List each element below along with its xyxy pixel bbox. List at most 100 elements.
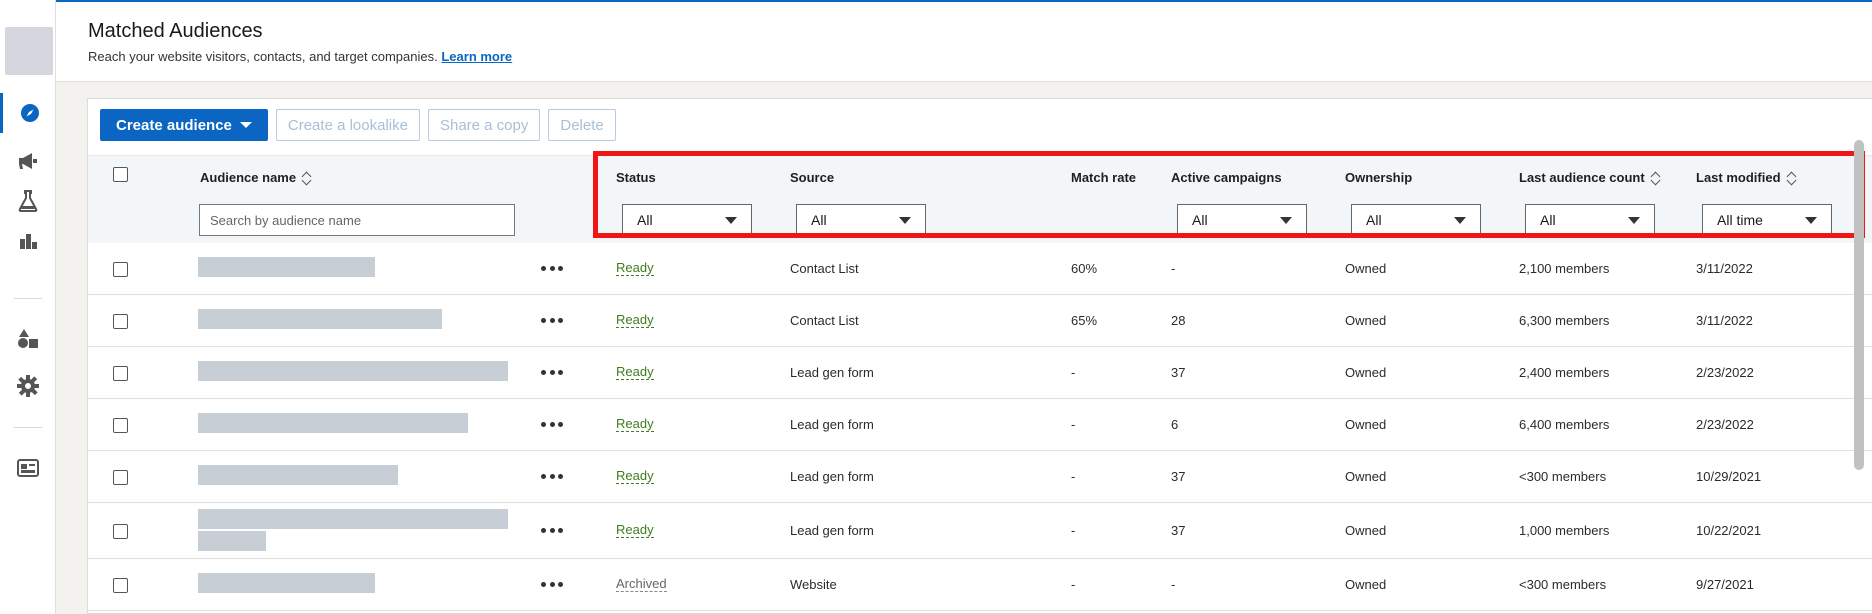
row-checkbox[interactable] [113, 418, 128, 433]
shapes-icon[interactable] [0, 318, 56, 358]
status-link[interactable]: Ready [616, 523, 654, 538]
more-actions-icon[interactable] [541, 266, 563, 272]
active-campaigns-cell: 6 [1171, 417, 1179, 432]
table-row[interactable]: Ready Contact List 65% 28 Owned 6,300 me… [88, 295, 1872, 347]
select-value: All [1192, 212, 1208, 228]
gear-icon[interactable] [0, 366, 56, 406]
page-subtitle: Reach your website visitors, contacts, a… [88, 49, 512, 64]
audience-count-filter-select[interactable]: All [1525, 204, 1655, 236]
last-modified-cell: 2/23/2022 [1696, 365, 1754, 380]
chevron-down-icon [725, 217, 737, 224]
last-modified-cell: 3/11/2022 [1696, 261, 1753, 276]
share-copy-button[interactable]: Share a copy [427, 109, 541, 141]
flask-icon[interactable] [0, 181, 56, 221]
ownership-cell: Owned [1345, 365, 1387, 380]
match-rate-cell: - [1071, 469, 1076, 484]
row-checkbox[interactable] [113, 578, 128, 593]
select-all-checkbox[interactable] [113, 167, 128, 182]
match-rate-cell: - [1071, 577, 1076, 592]
column-last-modified[interactable]: Last modified [1696, 170, 1795, 185]
source-cell: Website [790, 577, 837, 592]
chevron-down-icon [1628, 217, 1640, 224]
ownership-cell: Owned [1345, 261, 1387, 276]
status-link[interactable]: Ready [616, 313, 654, 328]
status-link[interactable]: Ready [616, 469, 654, 484]
audience-count-cell: 6,400 members [1519, 417, 1610, 432]
column-label: Audience name [200, 170, 297, 185]
toolbar: Create audience Create a lookalike Share… [100, 109, 616, 141]
column-label: Last modified [1696, 170, 1781, 185]
status-link[interactable]: Ready [616, 261, 654, 276]
table-row[interactable]: Ready Contact List 60% - Owned 2,100 mem… [88, 243, 1872, 295]
audience-count-cell: 2,100 members [1519, 261, 1610, 276]
more-actions-icon[interactable] [541, 318, 563, 324]
status-link[interactable]: Ready [616, 365, 654, 380]
status-link[interactable]: Archived [616, 577, 667, 592]
source-cell: Lead gen form [790, 365, 874, 380]
source-cell: Contact List [790, 261, 859, 276]
match-rate-cell: - [1071, 417, 1076, 432]
last-modified-filter-select[interactable]: All time [1702, 204, 1832, 236]
table-row[interactable]: Ready Lead gen form - 37 Owned 2,400 mem… [88, 347, 1872, 399]
ownership-cell: Owned [1345, 313, 1387, 328]
chevron-down-icon [1280, 217, 1292, 224]
id-card-icon[interactable] [0, 448, 56, 488]
table-row[interactable]: Ready Lead gen form - 37 Owned 1,000 mem… [88, 503, 1872, 559]
match-rate-cell: - [1071, 365, 1076, 380]
ownership-cell: Owned [1345, 577, 1387, 592]
audience-name-redacted [198, 573, 375, 593]
rail-divider [14, 427, 42, 428]
source-cell: Lead gen form [790, 417, 874, 432]
chevron-down-icon [899, 217, 911, 224]
active-campaigns-cell: 37 [1171, 469, 1186, 484]
status-link[interactable]: Ready [616, 417, 654, 432]
source-cell: Lead gen form [790, 523, 874, 538]
row-checkbox[interactable] [113, 524, 128, 539]
table-header: Audience name Status Source Match rate A… [88, 155, 1872, 243]
chevron-down-icon [1805, 217, 1817, 224]
audiences-card: Create audience Create a lookalike Share… [87, 98, 1872, 614]
row-checkbox[interactable] [113, 314, 128, 329]
source-cell: Contact List [790, 313, 859, 328]
more-actions-icon[interactable] [541, 422, 563, 428]
audience-name-redacted [198, 257, 375, 277]
status-filter-select[interactable]: All [622, 204, 752, 236]
create-audience-label: Create audience [116, 116, 232, 134]
megaphone-icon[interactable] [0, 141, 56, 181]
subtitle-text: Reach your website visitors, contacts, a… [88, 49, 438, 64]
more-actions-icon[interactable] [541, 528, 563, 534]
more-actions-icon[interactable] [541, 370, 563, 376]
active-campaigns-cell: 28 [1171, 313, 1186, 328]
vertical-scrollbar[interactable] [1854, 140, 1864, 470]
compass-icon[interactable] [0, 93, 56, 133]
create-audience-button[interactable]: Create audience [100, 109, 268, 141]
table-row[interactable]: Ready Lead gen form - 37 Owned <300 memb… [88, 451, 1872, 503]
table-row[interactable]: Archived Website - - Owned <300 members … [88, 559, 1872, 611]
more-actions-icon[interactable] [541, 582, 563, 588]
select-value: All [1366, 212, 1382, 228]
row-checkbox[interactable] [113, 366, 128, 381]
audience-name-redacted [198, 413, 468, 433]
audience-count-cell: <300 members [1519, 469, 1607, 484]
match-rate-cell: - [1071, 523, 1076, 538]
create-lookalike-button[interactable]: Create a lookalike [275, 109, 420, 141]
delete-button[interactable]: Delete [548, 109, 616, 141]
bar-chart-icon[interactable] [0, 221, 56, 261]
column-match-rate: Match rate [1071, 170, 1137, 185]
column-last-audience-count[interactable]: Last audience count [1519, 170, 1659, 185]
audience-name-redacted [198, 309, 442, 329]
column-audience-name[interactable]: Audience name [200, 170, 310, 185]
learn-more-link[interactable]: Learn more [441, 49, 512, 64]
row-checkbox[interactable] [113, 470, 128, 485]
active-campaigns-cell: - [1171, 577, 1176, 592]
table-row[interactable]: Ready Lead gen form - 6 Owned 6,400 memb… [88, 399, 1872, 451]
source-filter-select[interactable]: All [796, 204, 926, 236]
search-audience-input[interactable] [199, 204, 515, 236]
row-checkbox[interactable] [113, 262, 128, 277]
last-modified-cell: 9/27/2021 [1696, 577, 1754, 592]
more-actions-icon[interactable] [541, 474, 563, 480]
ownership-filter-select[interactable]: All [1351, 204, 1481, 236]
active-campaigns-filter-select[interactable]: All [1177, 204, 1307, 236]
account-logo[interactable] [5, 27, 53, 75]
active-campaigns-cell: 37 [1171, 365, 1186, 380]
